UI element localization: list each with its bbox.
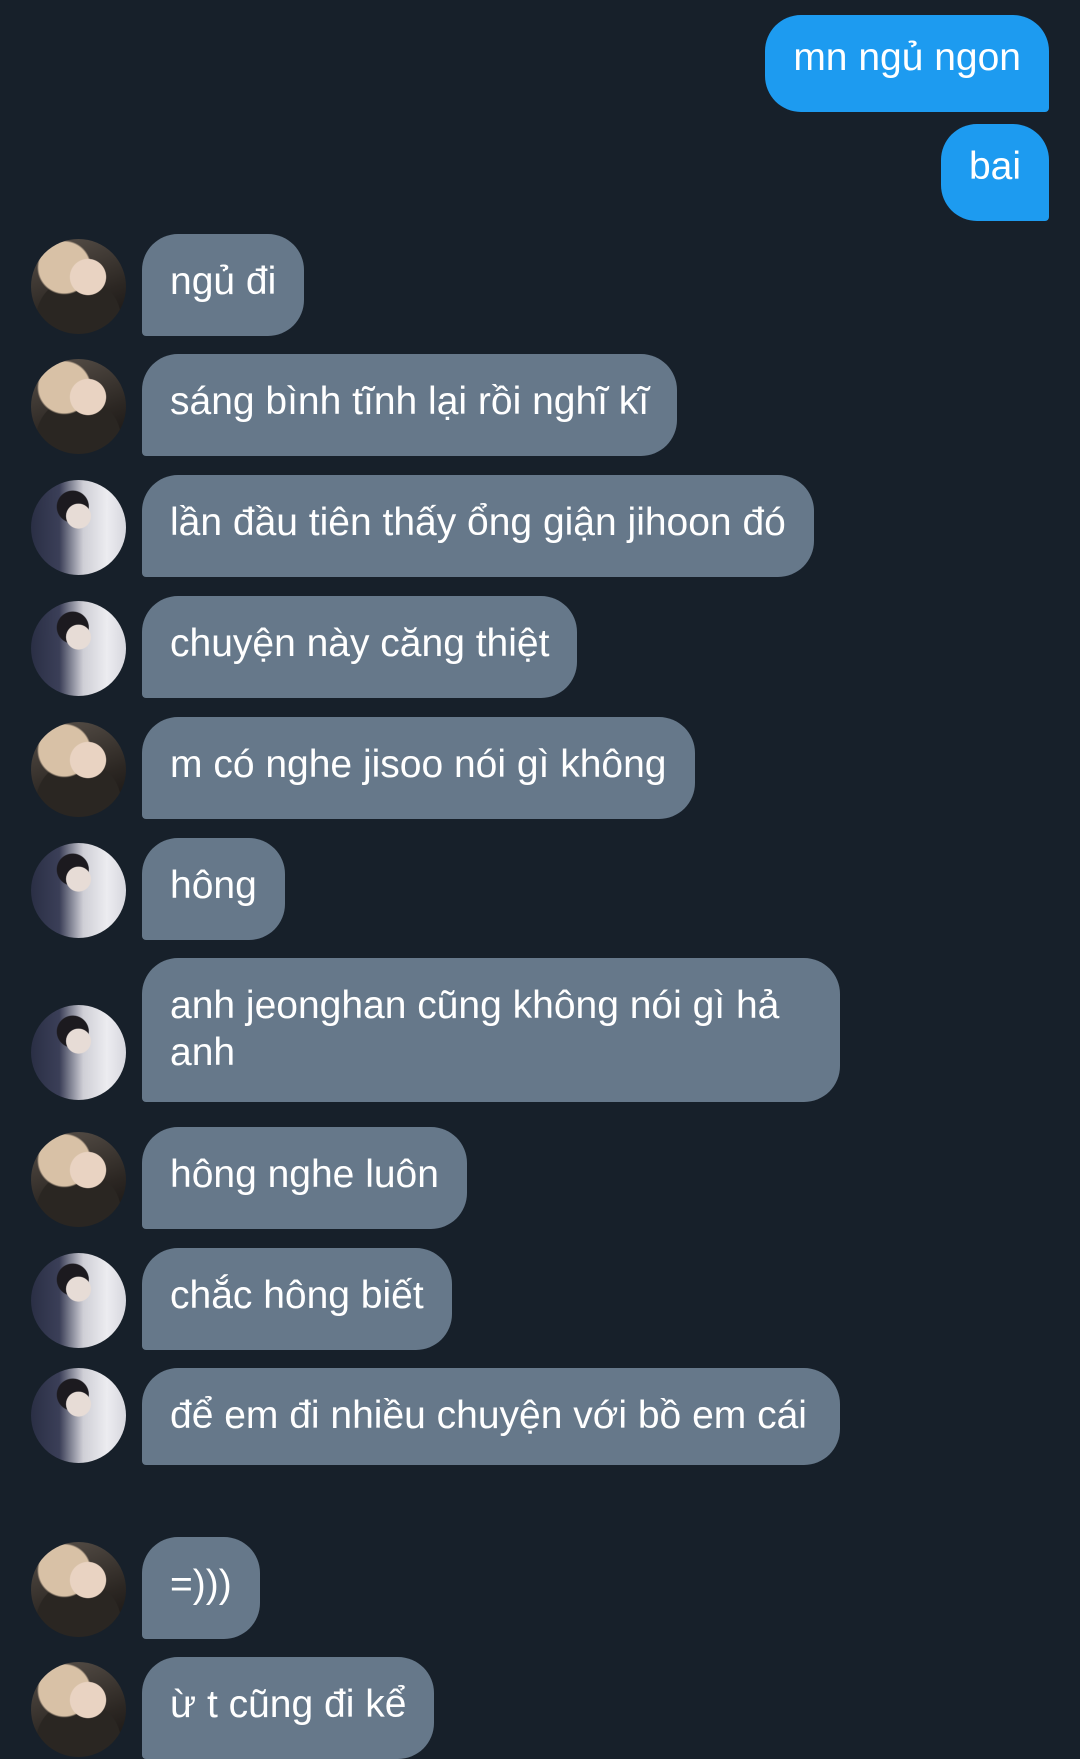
message-row-incoming: sáng bình tĩnh lại rồi nghĩ kĩ (31, 354, 678, 456)
message-row-incoming: =))) (31, 1537, 260, 1639)
message-row-incoming: hông (31, 838, 285, 940)
avatar[interactable] (31, 1132, 126, 1227)
outgoing-message-bubble[interactable]: bai (940, 124, 1049, 221)
avatar[interactable] (31, 1662, 126, 1757)
outgoing-message-bubble[interactable]: mn ngủ ngon (765, 15, 1049, 112)
avatar[interactable] (31, 239, 126, 334)
avatar[interactable] (31, 843, 126, 938)
avatar[interactable] (31, 722, 126, 817)
message-row-incoming: chắc hông biết (31, 1248, 452, 1350)
message-row-incoming: m có nghe jisoo nói gì không (31, 717, 695, 819)
incoming-message-bubble[interactable]: hông (142, 838, 285, 940)
message-row-incoming: hông nghe luôn (31, 1127, 467, 1229)
message-row-incoming: ngủ đi (31, 234, 305, 336)
incoming-message-bubble[interactable]: chuyện này căng thiệt (142, 596, 578, 698)
message-row-outgoing: mn ngủ ngon (765, 15, 1049, 112)
message-row-outgoing: bai (940, 124, 1049, 221)
incoming-message-bubble[interactable]: ngủ đi (142, 234, 305, 336)
incoming-message-bubble[interactable]: chắc hông biết (142, 1248, 452, 1350)
incoming-message-bubble[interactable]: lần đầu tiên thấy ổng giận jihoon đó (142, 475, 814, 577)
avatar[interactable] (31, 1542, 126, 1637)
avatar[interactable] (31, 1368, 126, 1463)
avatar[interactable] (31, 601, 126, 696)
avatar[interactable] (31, 1253, 126, 1348)
incoming-message-bubble[interactable]: để em đi nhiều chuyện với bồ em cái (142, 1368, 840, 1465)
avatar[interactable] (31, 1005, 126, 1100)
message-row-incoming: chuyện này căng thiệt (31, 596, 578, 698)
avatar[interactable] (31, 359, 126, 454)
incoming-message-bubble[interactable]: sáng bình tĩnh lại rồi nghĩ kĩ (142, 354, 678, 456)
incoming-message-bubble[interactable]: anh jeonghan cũng không nói gì hả anh (142, 958, 840, 1102)
incoming-message-bubble[interactable]: ừ t cũng đi kể (142, 1657, 435, 1759)
incoming-message-bubble[interactable]: hông nghe luôn (142, 1127, 467, 1229)
message-row-incoming: lần đầu tiên thấy ổng giận jihoon đó (31, 475, 814, 577)
message-row-incoming: ừ t cũng đi kể (31, 1657, 435, 1759)
message-row-incoming: để em đi nhiều chuyện với bồ em cái (31, 1368, 840, 1465)
avatar[interactable] (31, 480, 126, 575)
incoming-message-bubble[interactable]: =))) (142, 1537, 260, 1639)
incoming-message-bubble[interactable]: m có nghe jisoo nói gì không (142, 717, 695, 819)
message-row-incoming: anh jeonghan cũng không nói gì hả anh (31, 958, 840, 1102)
chat-thread: mn ngủ ngon bai ngủ đi sáng bình tĩnh lạ… (0, 0, 1080, 1759)
